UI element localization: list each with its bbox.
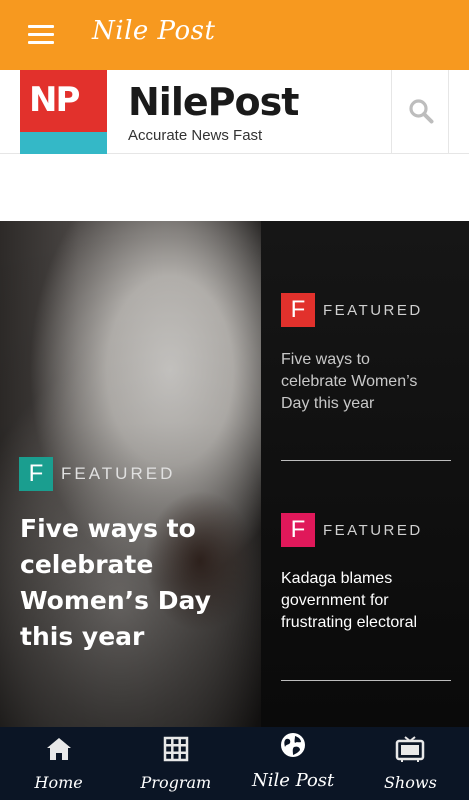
grid-icon bbox=[163, 736, 189, 762]
nav-shows[interactable]: Shows bbox=[352, 727, 469, 800]
side-story-1-headline[interactable]: Five ways to celebrate Women’s Day this … bbox=[281, 349, 456, 415]
globe-icon bbox=[281, 733, 306, 757]
app-bar: Nile Post bbox=[0, 0, 469, 70]
category-label: FEATURED bbox=[323, 301, 423, 319]
nav-program[interactable]: Program bbox=[117, 727, 234, 800]
nav-nile-post-label: Nile Post bbox=[251, 770, 335, 791]
nav-home[interactable]: Home bbox=[0, 727, 117, 800]
tv-icon bbox=[396, 736, 425, 762]
main-story-badge: F FEATURED bbox=[19, 457, 175, 491]
category-letter-badge: F bbox=[281, 293, 315, 327]
search-button[interactable] bbox=[391, 70, 449, 154]
category-label: FEATURED bbox=[323, 521, 423, 539]
nav-home-label: Home bbox=[34, 773, 83, 792]
side-story-1-badge: F FEATURED bbox=[281, 293, 423, 327]
logo-tagline: Accurate News Fast bbox=[128, 127, 263, 144]
side-story-2[interactable]: F FEATURED Kadaga blames government for … bbox=[281, 513, 451, 683]
category-letter-badge: F bbox=[281, 513, 315, 547]
side-story-2-badge: F FEATURED bbox=[281, 513, 423, 547]
nav-program-label: Program bbox=[140, 773, 212, 792]
logo-name: NilePost bbox=[128, 80, 299, 124]
divider bbox=[281, 460, 451, 461]
logo-mark: NP bbox=[20, 70, 107, 154]
side-story-1[interactable]: F FEATURED Five ways to celebrate Women’… bbox=[281, 293, 451, 463]
app-title: Nile Post bbox=[92, 16, 216, 46]
divider bbox=[281, 680, 451, 681]
nilepost-logo[interactable]: NP NilePost Accurate News Fast bbox=[20, 70, 320, 154]
site-header: NP NilePost Accurate News Fast bbox=[0, 70, 469, 154]
main-story-card[interactable]: F FEATURED Five ways to celebrate Women’… bbox=[0, 221, 261, 727]
hero-section: F FEATURED Five ways to celebrate Women’… bbox=[0, 221, 469, 727]
nav-shows-label: Shows bbox=[383, 773, 437, 792]
logo-mark-text: NP bbox=[29, 80, 80, 120]
home-icon bbox=[46, 738, 71, 760]
category-letter-badge: F bbox=[19, 457, 53, 491]
main-story-headline[interactable]: Five ways to celebrate Women’s Day this … bbox=[20, 511, 255, 655]
category-label: FEATURED bbox=[61, 464, 176, 483]
search-icon bbox=[409, 99, 434, 124]
hamburger-menu-icon[interactable] bbox=[28, 24, 54, 44]
bottom-navigation: Home Program Nile Post Shows bbox=[0, 727, 469, 800]
app-screen: Nile Post NP NilePost Accurate News Fast… bbox=[0, 0, 469, 800]
nav-nile-post[interactable]: Nile Post bbox=[235, 727, 352, 800]
side-story-2-headline[interactable]: Kadaga blames government for frustrating… bbox=[281, 568, 456, 634]
